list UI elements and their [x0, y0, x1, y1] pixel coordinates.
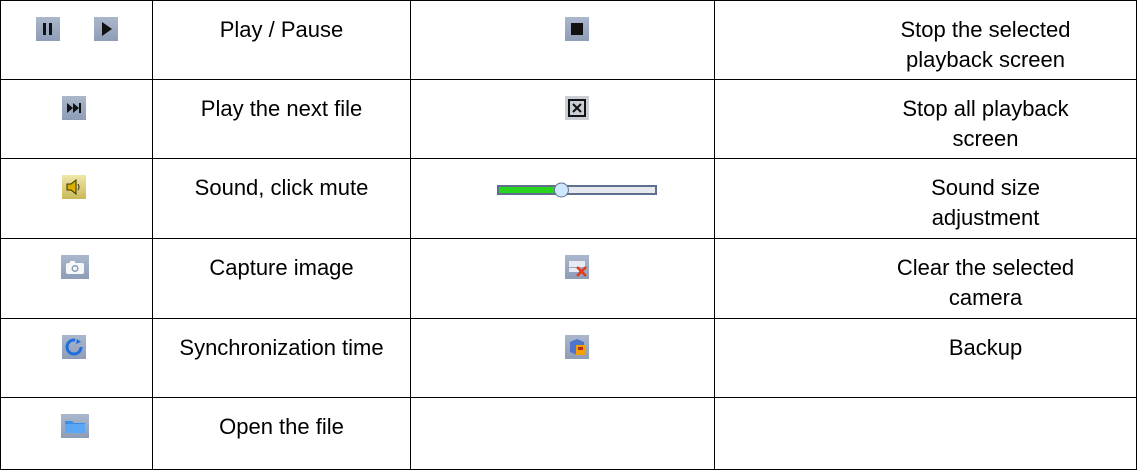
label-capture: Capture image: [209, 255, 354, 280]
description-cell: Play / Pause: [152, 0, 411, 80]
empty-cell: [713, 397, 1137, 470]
description-cell: Open the file: [152, 397, 411, 470]
icon-cell: [410, 158, 715, 239]
label-sound-size-1: Sound size: [931, 175, 1040, 200]
description-cell: Synchronization time: [152, 318, 411, 398]
camera-icon[interactable]: [60, 255, 89, 279]
label-stop-selected-1: Stop the selected: [900, 17, 1071, 42]
stop-icon[interactable]: [564, 17, 589, 41]
description-cell: Play the next file: [152, 79, 411, 159]
label-play-pause: Play / Pause: [219, 17, 344, 42]
stop-all-icon[interactable]: [564, 96, 589, 120]
folder-icon[interactable]: [60, 414, 89, 438]
icon-cell: [0, 79, 153, 159]
table-row: Synchronization time Backup: [0, 318, 1137, 398]
icon-cell: [0, 397, 153, 470]
description-cell: Clear the selected camera: [713, 238, 1137, 319]
label-sound-mute: Sound, click mute: [194, 175, 369, 200]
clear-camera-icon[interactable]: [564, 255, 589, 279]
table-row: Capture image Clear the selected camera: [0, 238, 1137, 319]
icon-legend-table: Play / Pause Stop the selected playback …: [0, 0, 1137, 470]
next-file-icon[interactable]: [61, 96, 86, 120]
icon-cell: [0, 158, 153, 239]
volume-slider[interactable]: [496, 177, 657, 198]
label-clear-camera-2: camera: [948, 285, 1023, 310]
sync-time-icon[interactable]: [61, 335, 86, 359]
table-row: Open the file: [0, 397, 1137, 470]
label-sound-size-2: adjustment: [931, 205, 1040, 230]
description-cell: Stop all playback screen: [713, 79, 1137, 159]
label-stop-all-2: screen: [952, 126, 1019, 151]
icon-cell: [0, 318, 153, 398]
icon-cell: [410, 79, 715, 159]
label-clear-camera-1: Clear the selected: [896, 255, 1075, 280]
icon-cell: [0, 238, 153, 319]
icon-cell: [0, 0, 153, 80]
table-row: Sound, click mute Sound size adjustment: [0, 158, 1137, 239]
label-stop-all-1: Stop all playback: [902, 96, 1069, 121]
empty-cell: [410, 397, 715, 470]
speaker-icon[interactable]: [61, 175, 86, 199]
icon-cell: [410, 238, 715, 319]
play-icon[interactable]: [93, 17, 118, 41]
description-cell: Sound size adjustment: [713, 158, 1137, 239]
label-backup: Backup: [948, 335, 1023, 360]
table-row: Play / Pause Stop the selected playback …: [0, 0, 1137, 80]
label-open-file: Open the file: [219, 414, 344, 439]
label-stop-selected-2: playback screen: [906, 47, 1065, 72]
icon-cell: [410, 318, 715, 398]
pause-icon[interactable]: [35, 17, 60, 41]
icon-cell: [410, 0, 715, 80]
table-row: Play the next file Stop all playback scr…: [0, 79, 1137, 159]
description-cell: Backup: [713, 318, 1137, 398]
label-sync-time: Synchronization time: [179, 335, 384, 360]
backup-icon[interactable]: [564, 335, 589, 359]
description-cell: Sound, click mute: [152, 158, 411, 239]
description-cell: Capture image: [152, 238, 411, 319]
description-cell: Stop the selected playback screen: [713, 0, 1137, 80]
label-next-file: Play the next file: [200, 96, 363, 121]
